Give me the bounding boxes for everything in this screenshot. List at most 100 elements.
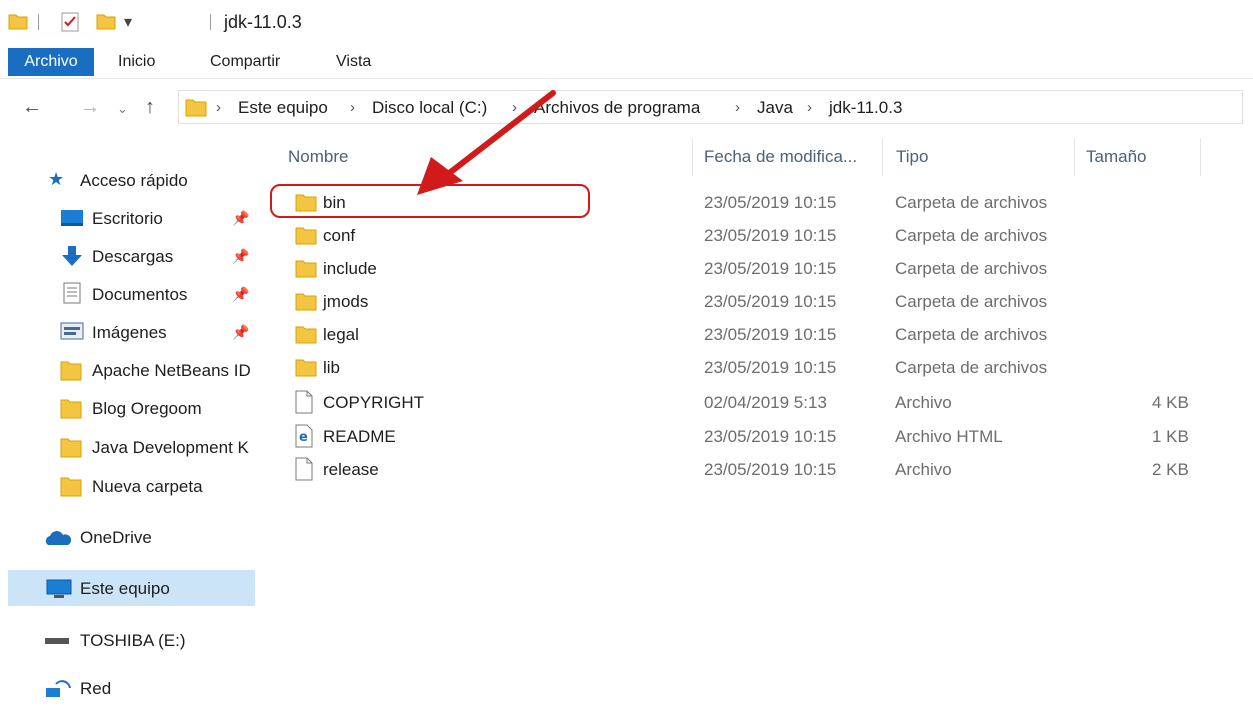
- file-name: jmods: [323, 292, 369, 311]
- sidebar-item-label: Apache NetBeans ID: [92, 361, 251, 380]
- file-size: 1 KB: [1152, 427, 1189, 446]
- drive-icon: [45, 638, 69, 644]
- sidebar-item-label: Descargas: [92, 247, 174, 266]
- tab-inicio[interactable]: Inicio: [118, 48, 155, 76]
- html-file-icon: e: [295, 424, 313, 448]
- file-name: conf: [323, 226, 356, 245]
- folder-icon: [60, 477, 82, 497]
- sidebar-item-blog-oregoom[interactable]: Blog Oregoom: [0, 390, 255, 426]
- file-type: Archivo: [895, 460, 952, 479]
- folder-icon: [60, 399, 82, 419]
- window-title: jdk-11.0.3: [224, 12, 302, 32]
- column-divider[interactable]: [882, 138, 883, 176]
- file-type: Carpeta de archivos: [895, 259, 1048, 278]
- file-row-include[interactable]: include 23/05/2019 10:15 Carpeta de arch…: [265, 252, 1200, 285]
- file-size: 2 KB: [1152, 460, 1189, 479]
- pin-icon[interactable]: 📌: [232, 210, 249, 227]
- breadcrumb-separator-icon: ›: [350, 99, 355, 116]
- breadcrumb-jdk[interactable]: jdk-11.0.3: [829, 98, 902, 118]
- sidebar-item-nueva-carpeta[interactable]: Nueva carpeta: [0, 468, 255, 504]
- file-date: 23/05/2019 10:15: [704, 259, 837, 278]
- folder-icon: [60, 361, 82, 381]
- file-size: 4 KB: [1152, 393, 1189, 412]
- file-type: Carpeta de archivos: [895, 325, 1048, 344]
- pin-icon[interactable]: 📌: [232, 248, 249, 265]
- pin-icon[interactable]: 📌: [232, 324, 249, 341]
- divider: [38, 14, 39, 30]
- sidebar-scrollbar[interactable]: [255, 135, 265, 700]
- column-divider[interactable]: [1074, 138, 1075, 176]
- back-arrow-icon[interactable]: ←: [22, 96, 42, 119]
- file-row-copyright[interactable]: COPYRIGHT 02/04/2019 5:13 Archivo 4 KB: [265, 386, 1200, 419]
- breadcrumb-este-equipo[interactable]: Este equipo: [238, 98, 328, 118]
- sidebar-item-label: Nueva carpeta: [92, 477, 203, 496]
- forward-arrow-icon[interactable]: →: [80, 96, 100, 119]
- file-name: legal: [323, 325, 359, 344]
- folder-icon: [295, 227, 317, 245]
- download-icon: [62, 246, 82, 266]
- file-date: 23/05/2019 10:15: [704, 460, 837, 479]
- sidebar-item-este-equipo[interactable]: Este equipo: [8, 570, 255, 606]
- tab-vista[interactable]: Vista: [336, 48, 371, 76]
- folder-icon: [185, 99, 207, 117]
- folder-icon: [295, 326, 317, 344]
- address-bar[interactable]: [178, 90, 1243, 124]
- column-header-date[interactable]: Fecha de modifica...: [704, 147, 857, 167]
- svg-text:e: e: [299, 430, 308, 445]
- file-icon: [295, 457, 313, 481]
- file-name: release: [323, 460, 379, 479]
- sidebar-item-onedrive[interactable]: OneDrive: [0, 519, 255, 555]
- sidebar-item-label: Java Development K: [92, 438, 249, 457]
- pictures-icon: [60, 322, 84, 340]
- file-name: lib: [323, 358, 341, 377]
- file-row-conf[interactable]: conf 23/05/2019 10:15 Carpeta de archivo…: [265, 219, 1200, 252]
- sidebar-item-descargas[interactable]: Descargas 📌: [0, 238, 255, 274]
- breadcrumb-java[interactable]: Java: [757, 98, 793, 118]
- sidebar-item-imagenes[interactable]: Imágenes 📌: [0, 314, 255, 350]
- column-header-type[interactable]: Tipo: [896, 147, 928, 167]
- tab-compartir[interactable]: Compartir: [210, 48, 280, 76]
- sidebar-item-escritorio[interactable]: Escritorio 📌: [0, 200, 255, 236]
- column-header-size[interactable]: Tamaño: [1086, 147, 1146, 167]
- breadcrumb-separator-icon: ›: [216, 99, 221, 116]
- properties-icon[interactable]: [60, 12, 80, 32]
- network-icon: [46, 680, 71, 697]
- sidebar-item-label: Acceso rápido: [80, 171, 188, 190]
- file-type: Carpeta de archivos: [895, 193, 1048, 212]
- sidebar-item-quick-access[interactable]: ★ Acceso rápido: [0, 162, 255, 198]
- column-divider[interactable]: [692, 138, 693, 176]
- tab-archivo[interactable]: Archivo: [8, 48, 94, 76]
- file-row-lib[interactable]: lib 23/05/2019 10:15 Carpeta de archivos: [265, 351, 1200, 384]
- breadcrumb-separator-icon: ›: [807, 99, 812, 116]
- title-bar: ▾ jdk-11.0.3: [0, 0, 1253, 44]
- pin-icon[interactable]: 📌: [232, 286, 249, 303]
- file-row-readme[interactable]: e README 23/05/2019 10:15 Archivo HTML 1…: [265, 420, 1200, 453]
- folder-icon: [60, 438, 82, 458]
- file-row-jmods[interactable]: jmods 23/05/2019 10:15 Carpeta de archiv…: [265, 285, 1200, 318]
- sidebar-item-java-development-kit[interactable]: Java Development K: [0, 429, 255, 465]
- new-folder-icon[interactable]: [96, 12, 116, 30]
- up-arrow-icon[interactable]: ↑: [145, 96, 155, 119]
- desktop-icon: [61, 210, 83, 226]
- sidebar-item-label: TOSHIBA (E:): [80, 631, 186, 650]
- folder-icon: [295, 293, 317, 311]
- sidebar-item-label: Escritorio: [92, 209, 163, 228]
- sidebar-item-toshiba[interactable]: TOSHIBA (E:): [0, 622, 255, 658]
- sidebar-item-apache-netbeans[interactable]: Apache NetBeans ID: [0, 352, 255, 388]
- file-date: 23/05/2019 10:15: [704, 226, 837, 245]
- file-type: Carpeta de archivos: [895, 358, 1048, 377]
- recent-locations-chevron-icon[interactable]: ⌄: [117, 101, 128, 117]
- file-row-release[interactable]: release 23/05/2019 10:15 Archivo 2 KB: [265, 453, 1200, 486]
- star-icon: ★: [48, 169, 65, 189]
- file-name: include: [323, 259, 377, 278]
- sidebar-item-documentos[interactable]: Documentos 📌: [0, 276, 255, 312]
- sidebar-item-label: Imágenes: [92, 323, 167, 342]
- computer-icon: [46, 579, 72, 598]
- customize-toolbar-icon[interactable]: ▾: [124, 12, 132, 32]
- file-type: Archivo HTML: [895, 427, 1003, 446]
- column-divider[interactable]: [1200, 138, 1201, 176]
- file-date: 02/04/2019 5:13: [704, 393, 827, 412]
- column-header-name[interactable]: Nombre: [288, 147, 348, 167]
- file-row-legal[interactable]: legal 23/05/2019 10:15 Carpeta de archiv…: [265, 318, 1200, 351]
- sidebar-item-red[interactable]: Red: [0, 670, 255, 706]
